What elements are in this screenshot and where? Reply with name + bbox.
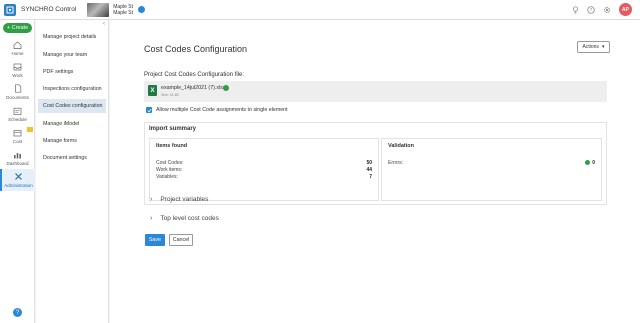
errors-value: 0	[592, 160, 595, 166]
main-sidebar: + Create Home Work Documents Schedule Co…	[0, 20, 35, 323]
expander-label: Top level cost codes	[160, 215, 219, 222]
chevron-down-icon: ▾	[601, 44, 605, 50]
project-thumbnail[interactable]	[87, 2, 110, 17]
sidebar-item-work[interactable]: Work	[0, 59, 35, 81]
sidebar-item-cost[interactable]: Cost	[0, 125, 35, 147]
actions-dropdown[interactable]: Actions ▾	[577, 41, 610, 53]
chevron-right-icon: ›	[150, 215, 153, 222]
user-avatar[interactable]: AP	[619, 3, 632, 16]
summary-row: Work items: 44	[156, 167, 372, 173]
multi-assignment-option[interactable]: Allow multiple Cost Code assignments to …	[146, 107, 288, 113]
sidebar-item-label: Home	[11, 50, 24, 56]
sidebar-item-home[interactable]: Home	[0, 37, 35, 59]
validation-row: Errors: 0	[388, 160, 595, 166]
excel-file-icon: X	[148, 85, 157, 96]
import-summary: Import summary Items found Cost Codes: 5…	[144, 122, 607, 205]
sidebar-item-label: Work	[12, 72, 23, 78]
submenu-item-project-details[interactable]: Manage project details	[38, 30, 106, 44]
summary-row: Variables: 7	[156, 174, 372, 180]
checkmark-success-icon	[585, 160, 591, 165]
submenu-item-document-settings[interactable]: Document settings	[38, 151, 106, 165]
row-value: 44	[366, 167, 372, 173]
app-name: SYNCHRO Control	[21, 6, 77, 13]
tools-icon	[15, 173, 22, 180]
project-info-icon[interactable]	[138, 6, 145, 13]
sidebar-item-dashboard[interactable]: Dashboard	[0, 147, 35, 169]
help-button[interactable]: ?	[13, 308, 22, 317]
page-title: Cost Codes Configuration	[144, 44, 248, 54]
save-button[interactable]: Save	[145, 234, 165, 246]
submenu-item-imodel[interactable]: Manage iModel	[38, 117, 106, 131]
sidebar-item-label: Schedule	[8, 116, 27, 122]
cancel-button[interactable]: Cancel	[169, 234, 193, 246]
create-button[interactable]: + Create	[3, 23, 32, 33]
sidebar-item-label: Administration	[4, 183, 33, 188]
top-level-cost-codes-expander[interactable]: › Top level cost codes	[150, 215, 219, 222]
sidebar-item-label: Dashboard	[6, 160, 29, 166]
sidebar-item-documents[interactable]: Documents	[0, 81, 35, 103]
summary-title: Import summary	[149, 126, 197, 132]
help-circle-icon[interactable]: ?	[587, 5, 595, 14]
checkmark-success-icon	[223, 85, 229, 91]
schedule-icon	[13, 107, 22, 115]
sidebar-item-schedule[interactable]: Schedule	[0, 103, 35, 125]
lightbulb-icon[interactable]	[571, 5, 579, 14]
submenu-item-forms[interactable]: Manage forms	[38, 134, 106, 148]
errors-label: Errors:	[388, 160, 403, 166]
row-label: Cost Codes:	[156, 160, 184, 166]
items-found-title: Items found	[156, 143, 188, 149]
chevron-right-icon: ›	[150, 196, 153, 203]
sidebar-item-label: Cost	[12, 138, 23, 144]
top-bar: SYNCHRO Control Maple St Maple St ? AP	[0, 0, 640, 20]
row-label: Variables:	[156, 174, 178, 180]
new-badge-icon	[27, 127, 33, 132]
multi-assignment-checkbox[interactable]	[146, 107, 152, 113]
dashboard-icon	[14, 152, 21, 158]
cost-icon	[13, 129, 22, 136]
items-found-panel: Items found Cost Codes: 50 Work items: 4…	[149, 138, 379, 201]
inbox-icon	[13, 63, 22, 70]
project-variables-expander[interactable]: › Project variables	[150, 196, 208, 203]
file-label: Project Cost Codes Configuration file:	[144, 72, 245, 78]
file-name: example_14jul2021 (7).xlsx	[161, 85, 226, 91]
actions-label: Actions	[582, 44, 599, 50]
submenu-item-inspections[interactable]: Inspections configuration	[38, 82, 106, 96]
settings-gear-icon[interactable]	[603, 6, 611, 14]
file-size: Size: 41 kB	[161, 93, 179, 97]
home-icon	[13, 41, 22, 49]
row-value: 7	[369, 174, 372, 180]
sidebar-item-administration[interactable]: Administration	[0, 169, 35, 191]
validation-title: Validation	[388, 143, 414, 149]
document-icon	[14, 84, 21, 93]
synchro-logo-icon[interactable]	[4, 3, 16, 16]
row-value: 50	[366, 160, 372, 166]
uploaded-file[interactable]: X example_14jul2021 (7).xlsx Size: 41 kB	[144, 81, 607, 102]
project-location: Maple St	[113, 9, 133, 16]
expander-label: Project variables	[160, 196, 209, 203]
checkbox-label: Allow multiple Cost Code assignments to …	[156, 107, 288, 113]
submenu-item-cost-codes[interactable]: Cost Codes configuration	[38, 99, 106, 113]
validation-panel: Validation Errors: 0	[381, 138, 602, 201]
project-selector[interactable]: Maple St Maple St	[113, 4, 133, 16]
sidebar-item-label: Documents	[6, 95, 29, 100]
submenu-item-pdf-settings[interactable]: PDF settings	[38, 65, 106, 79]
project-name: Maple St	[113, 3, 133, 10]
submenu-item-team[interactable]: Manage your team	[38, 48, 106, 62]
summary-row: Cost Codes: 50	[156, 160, 372, 166]
main-content: Cost Codes Configuration Actions ▾ Proje…	[110, 20, 640, 323]
row-label: Work items:	[156, 167, 183, 173]
collapse-chevron-icon[interactable]: ‹	[103, 21, 105, 27]
admin-submenu: ‹ Manage project details Manage your tea…	[36, 20, 109, 323]
